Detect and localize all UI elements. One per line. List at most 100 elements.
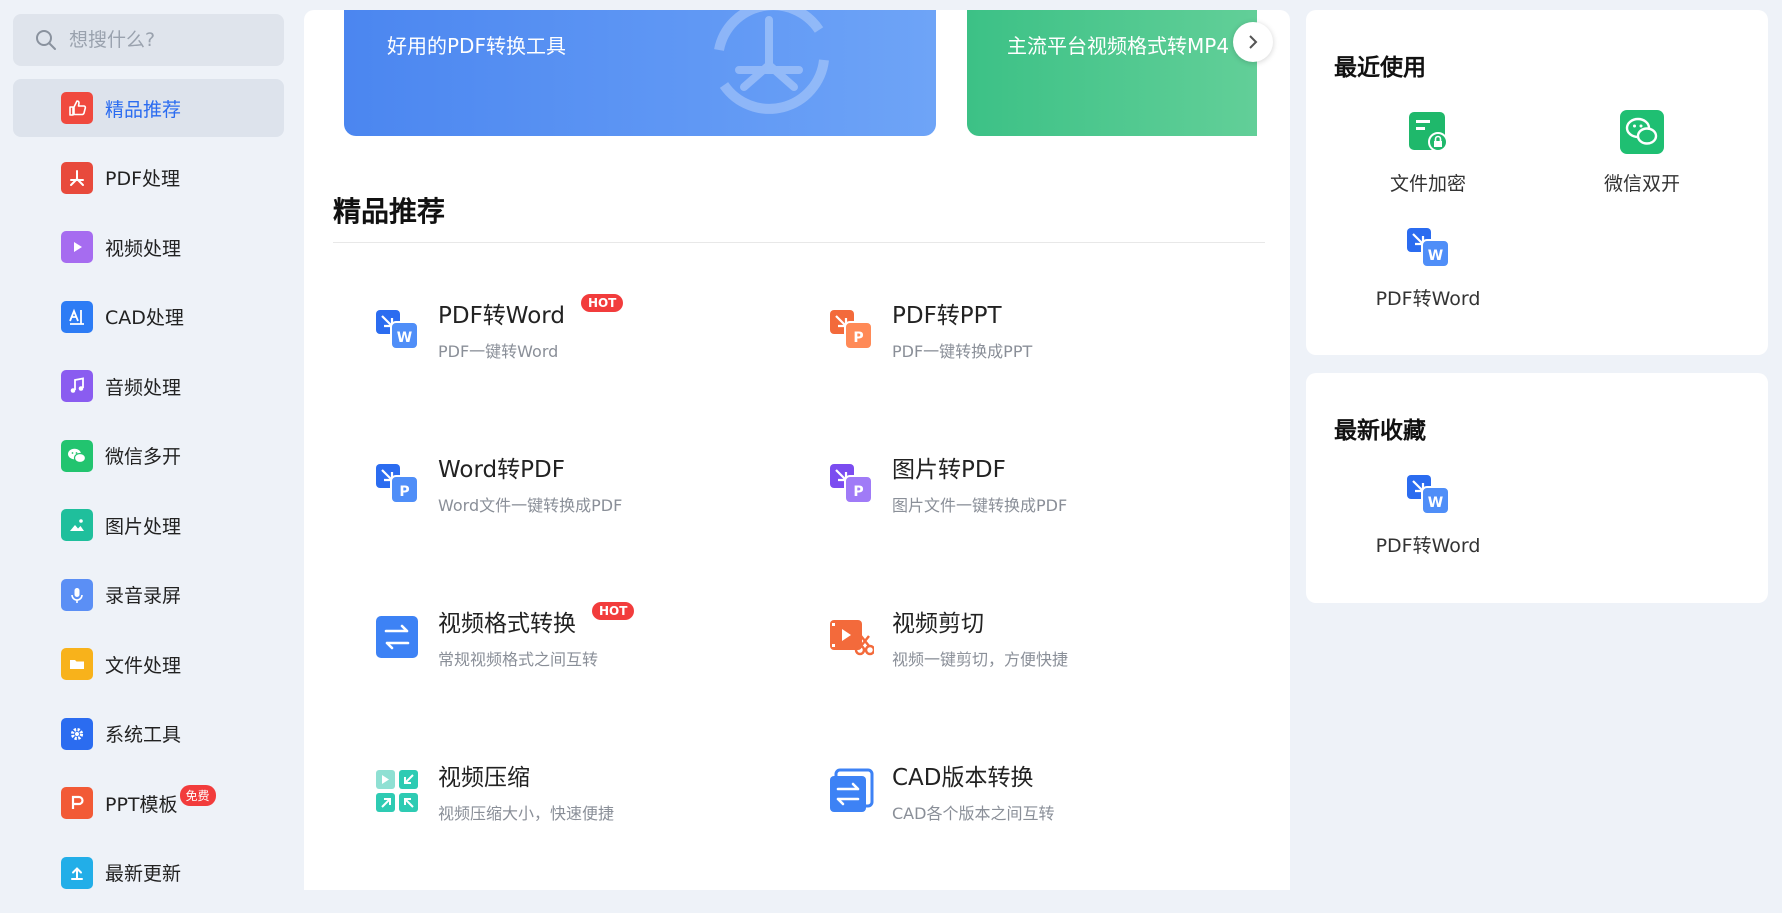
wechat-icon: [1620, 110, 1664, 154]
recent-card: 最近使用 文件加密 微信双开 W PDF转Word: [1306, 10, 1768, 355]
chevron-right-icon: [1249, 35, 1258, 49]
video-convert-icon: [376, 616, 418, 658]
tool-title: 视频格式转换: [438, 611, 576, 637]
thumbs-up-icon: [61, 92, 93, 124]
tool-title: 视频剪切: [892, 611, 984, 637]
main-panel: 好用的PDF转换工具 主流平台视频格式转MP4 精品推荐 W PDF转Word H…: [304, 10, 1290, 890]
sidebar-item-recording[interactable]: 录音录屏: [13, 566, 284, 624]
gear-icon: [61, 717, 93, 750]
video-cut-icon: [830, 620, 874, 656]
sidebar-item-updates[interactable]: 最新更新: [13, 844, 284, 902]
sidebar-item-system[interactable]: 系统工具: [13, 705, 284, 763]
tool-desc: 常规视频格式之间互转: [438, 650, 599, 669]
tool-word-to-pdf[interactable]: P Word转PDF Word文件一键转换成PDF: [374, 450, 774, 530]
divider: [333, 242, 1265, 243]
app-label: 微信双开: [1603, 173, 1680, 195]
svg-text:W: W: [1428, 248, 1443, 264]
hot-badge: HOT: [580, 294, 624, 312]
banner-pdf-tool[interactable]: 好用的PDF转换工具: [344, 10, 936, 136]
free-badge: 免费: [179, 784, 216, 806]
tool-image-to-pdf[interactable]: P 图片转PDF 图片文件一键转换成PDF: [828, 450, 1228, 530]
tool-title: 视频压缩: [438, 765, 530, 791]
search-input[interactable]: [67, 28, 271, 52]
tool-desc: 图片文件一键转换成PDF: [892, 496, 1068, 515]
cad-icon: [61, 300, 93, 333]
hot-badge: HOT: [592, 602, 635, 620]
search-box[interactable]: [13, 14, 284, 66]
sidebar-item-label: 录音录屏: [105, 585, 182, 607]
pdf-to-word-icon: W: [1407, 228, 1450, 268]
sidebar-item-label: 文件处理: [105, 654, 182, 677]
svg-text:P: P: [399, 484, 409, 500]
sidebar-item-audio[interactable]: 音频处理: [13, 357, 284, 415]
recent-app-pdf-to-word[interactable]: W PDF转Word: [1358, 224, 1498, 311]
tool-desc: 视频一键剪切，方便快捷: [892, 650, 1069, 669]
sidebar-item-files[interactable]: 文件处理: [13, 635, 284, 693]
pdf-to-word-icon: W: [1407, 475, 1450, 515]
app-label: PDF转Word: [1375, 288, 1481, 310]
word-to-pdf-icon: P: [376, 464, 419, 504]
recent-app-wechat[interactable]: 微信双开: [1572, 109, 1712, 196]
tool-title: Word转PDF: [438, 457, 565, 483]
recent-app-file-encrypt[interactable]: 文件加密: [1358, 109, 1498, 196]
tool-desc: PDF一键转换成PPT: [892, 342, 1033, 361]
favorite-app-pdf-to-word[interactable]: W PDF转Word: [1358, 471, 1498, 558]
tool-pdf-to-ppt[interactable]: P PDF转PPT PDF一键转换成PPT: [828, 296, 1228, 376]
sidebar-item-label: 精品推荐: [105, 98, 182, 121]
tool-desc: Word文件一键转换成PDF: [438, 496, 623, 515]
svg-text:W: W: [1428, 495, 1443, 511]
sidebar-item-label: 音频处理: [105, 376, 182, 399]
tool-video-cut[interactable]: 视频剪切 视频一键剪切，方便快捷: [828, 604, 1228, 684]
svg-text:W: W: [397, 330, 412, 346]
tool-video-compress[interactable]: 视频压缩 视频压缩大小，快速便捷: [374, 758, 774, 838]
pdf-refresh-icon: [714, 10, 829, 114]
folder-icon: [61, 648, 93, 680]
tool-title: 图片转PDF: [892, 457, 1006, 483]
tool-title: PDF转PPT: [892, 303, 1002, 329]
banner-next-button[interactable]: [1233, 22, 1273, 62]
sidebar-item-image[interactable]: 图片处理: [13, 496, 284, 554]
search-icon: [36, 30, 56, 50]
banner-text: 主流平台视频格式转MP4: [1007, 34, 1230, 58]
play-icon: [61, 231, 93, 263]
tool-title: PDF转Word: [438, 303, 565, 329]
favorites-card: 最新收藏 W PDF转Word: [1306, 373, 1768, 603]
sidebar-item-wechat[interactable]: 微信多开: [13, 427, 284, 485]
sidebar-item-label: 图片处理: [105, 515, 182, 538]
app-label: PDF转Word: [1375, 535, 1481, 557]
tool-desc: 视频压缩大小，快速便捷: [438, 804, 615, 823]
sidebar-item-pdf[interactable]: PDF处理: [13, 149, 284, 207]
sidebar-item-label: PPT模板: [105, 793, 178, 816]
tool-title: CAD版本转换: [892, 765, 1034, 791]
tool-pdf-to-word[interactable]: W PDF转Word HOT PDF一键转Word: [374, 294, 774, 376]
ppt-icon: [61, 787, 93, 819]
sidebar-item-video[interactable]: 视频处理: [13, 218, 284, 276]
upload-icon: [61, 856, 93, 889]
microphone-icon: [61, 578, 93, 611]
banner-text: 好用的PDF转换工具: [387, 34, 566, 58]
tool-cad-convert[interactable]: CAD版本转换 CAD各个版本之间互转: [828, 758, 1228, 838]
sidebar-item-ppt[interactable]: PPT模板 免费: [13, 774, 284, 832]
image-icon: [61, 509, 93, 541]
favorites-title: 最新收藏: [1334, 418, 1426, 444]
pdf-to-word-icon: W: [376, 310, 419, 350]
image-to-pdf-icon: P: [830, 464, 873, 504]
sidebar-item-label: PDF处理: [105, 168, 181, 190]
wechat-icon: [61, 439, 93, 472]
sidebar-item-label: 最新更新: [105, 863, 182, 885]
pdf-to-ppt-icon: P: [830, 310, 873, 350]
tool-video-convert[interactable]: 视频格式转换 HOT 常规视频格式之间互转: [374, 602, 774, 684]
sidebar-item-cad[interactable]: CAD处理: [13, 288, 284, 346]
tool-desc: CAD各个版本之间互转: [892, 804, 1055, 823]
tool-desc: PDF一键转Word: [438, 342, 559, 361]
cad-convert-icon: [830, 768, 874, 812]
sidebar-item-featured[interactable]: 精品推荐: [13, 79, 284, 137]
file-encrypt-icon: [1409, 112, 1448, 152]
music-icon: [61, 370, 93, 402]
banner-video-convert[interactable]: 主流平台视频格式转MP4: [967, 10, 1257, 136]
video-compress-icon: [376, 770, 418, 812]
svg-text:P: P: [853, 330, 863, 346]
sidebar-item-label: 微信多开: [105, 446, 182, 468]
sidebar-nav: 精品推荐 PDF处理 视频处理 CAD处理 音频处理 微信多开 图片处理 录音录…: [13, 79, 284, 913]
section-title: 精品推荐: [333, 195, 446, 228]
